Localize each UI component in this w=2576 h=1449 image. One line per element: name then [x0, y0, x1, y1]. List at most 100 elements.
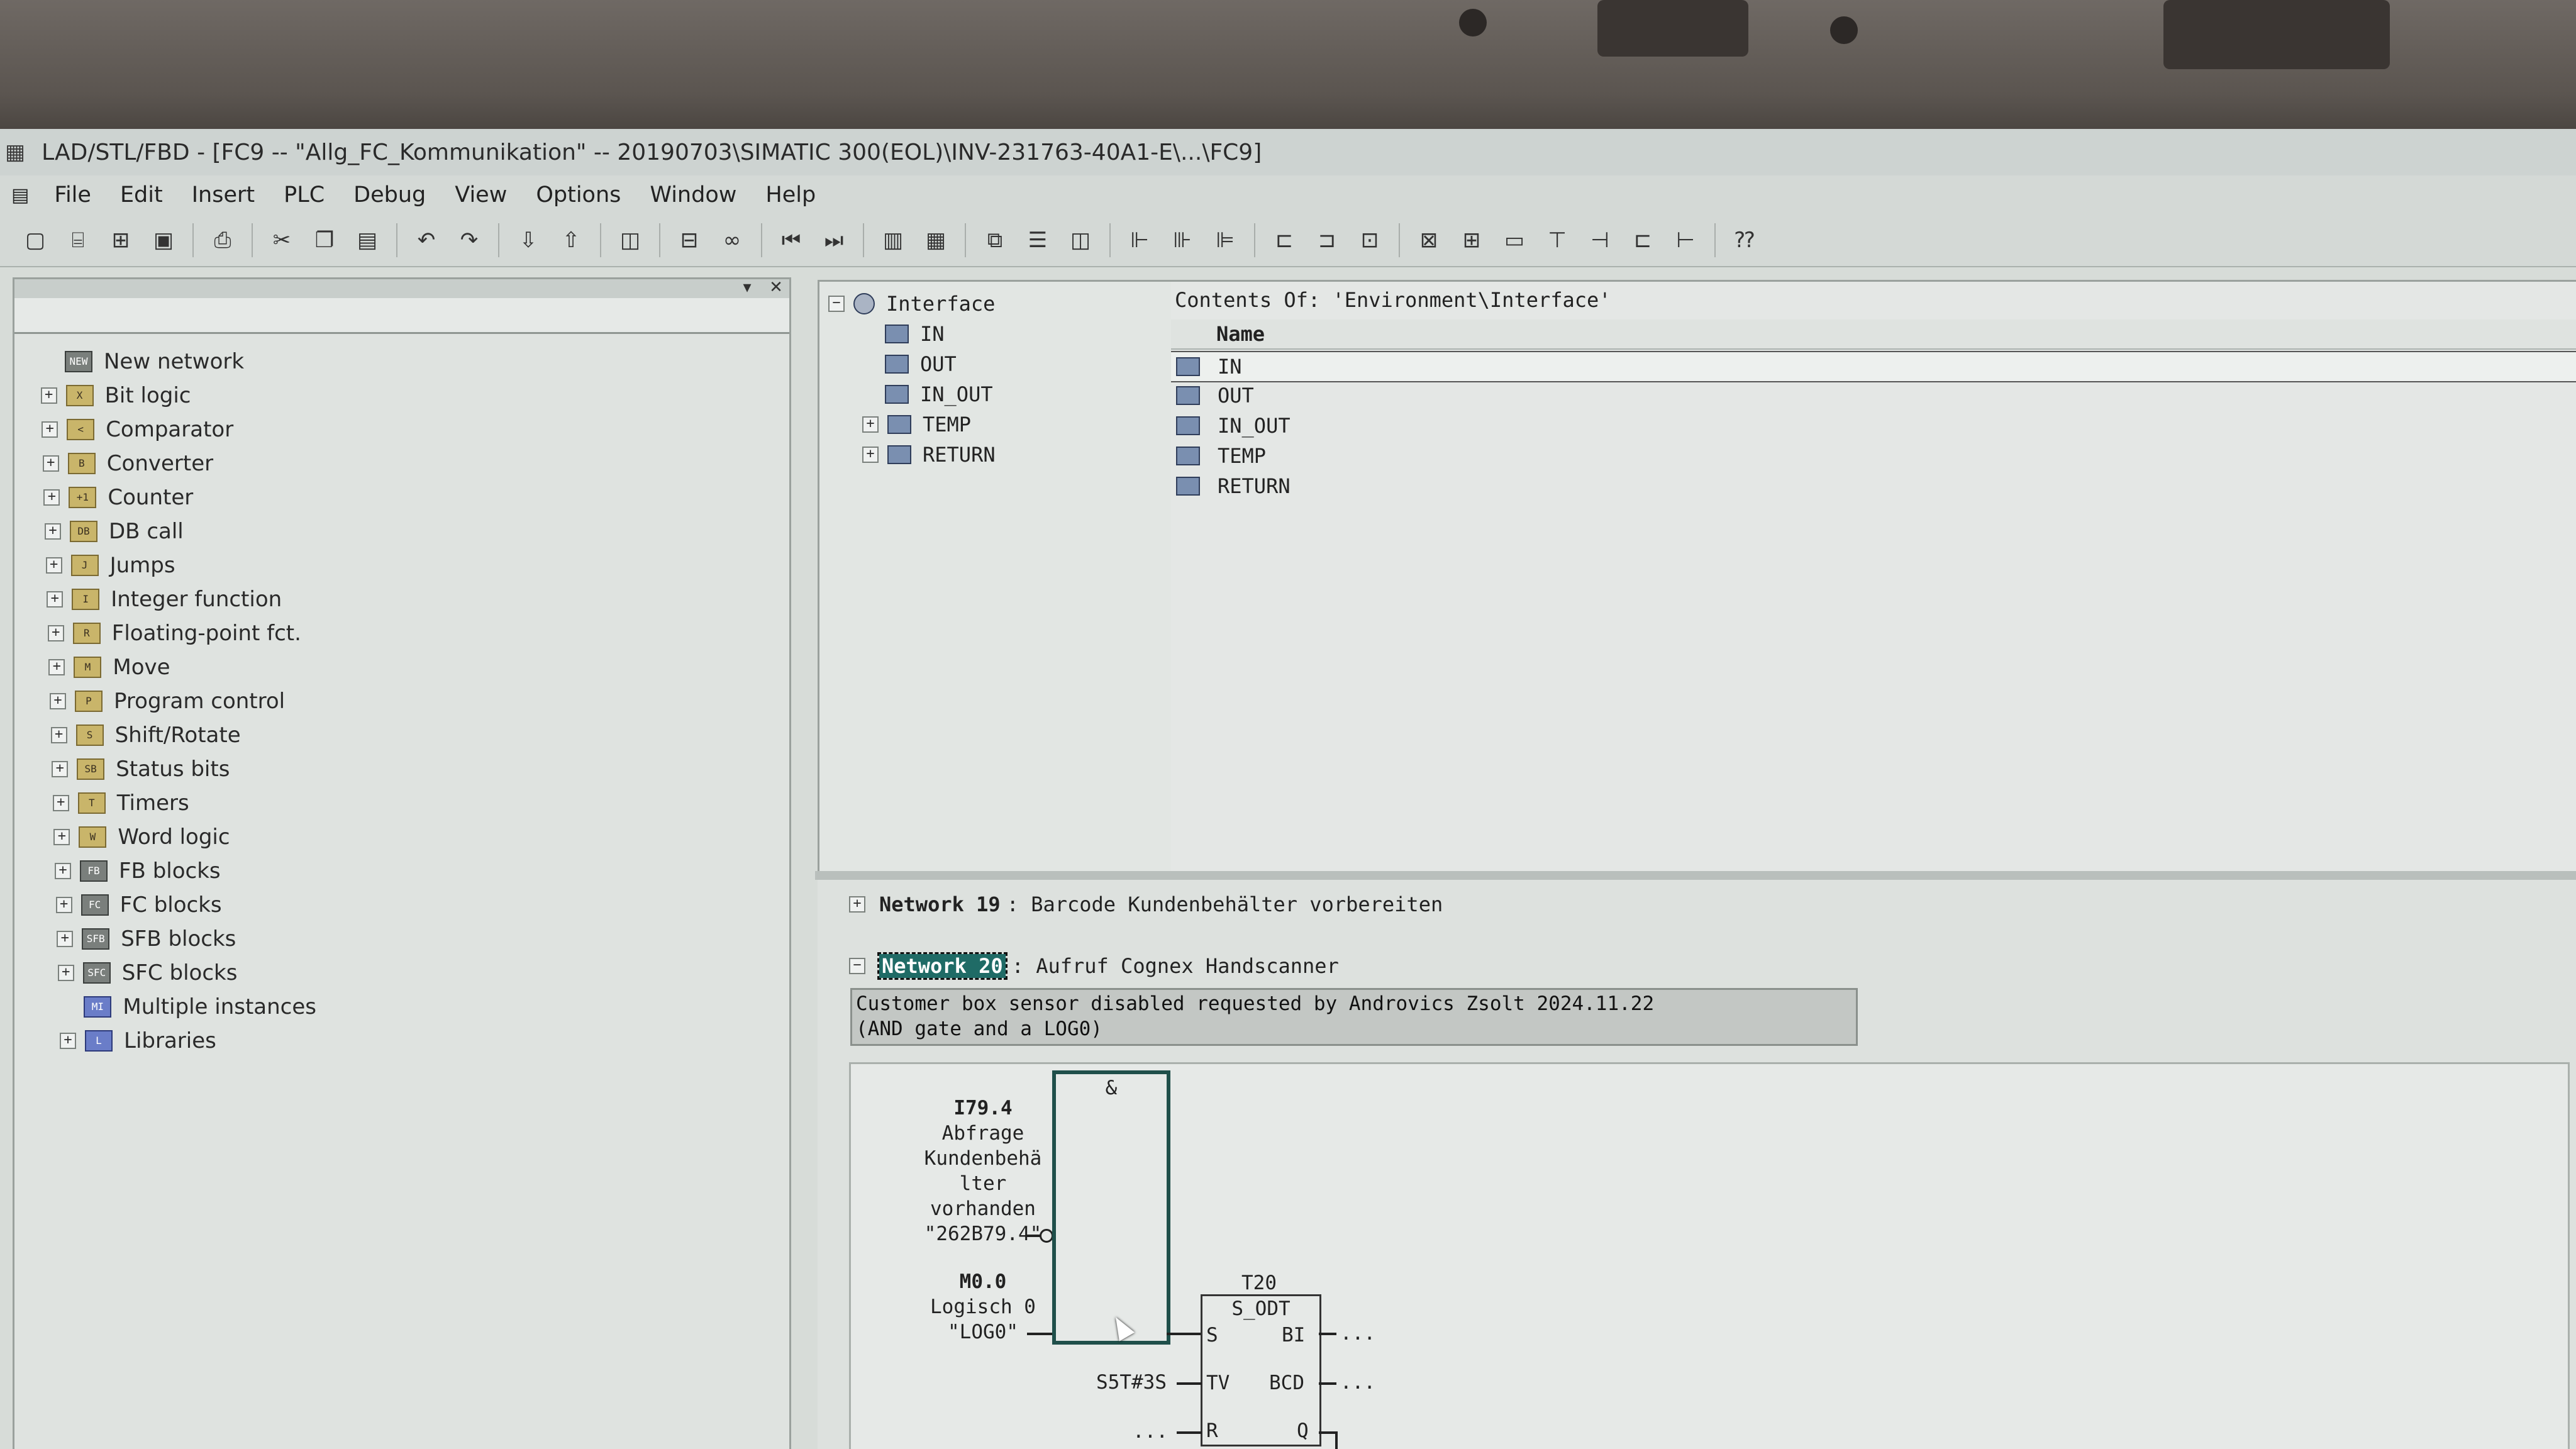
catalog-search-bar[interactable]	[14, 298, 789, 334]
catalog-item[interactable]: + SB Status bits	[52, 752, 316, 786]
catalog-item[interactable]: + S Shift/Rotate	[50, 718, 316, 752]
contents-row[interactable]: TEMP	[1171, 441, 2576, 470]
timer-box[interactable]: S_ODT S BI TV BCD R Q	[1201, 1294, 1321, 1446]
catalog-item[interactable]: + SFC SFC blocks	[57, 956, 316, 990]
new-icon[interactable]: ▢	[21, 226, 49, 254]
collapse-icon[interactable]: −	[828, 296, 845, 312]
expand-icon[interactable]: +	[862, 416, 879, 433]
expand-icon[interactable]: +	[45, 557, 62, 574]
close-branch-icon[interactable]: ⊣	[1586, 226, 1614, 254]
expand-icon[interactable]: +	[47, 625, 64, 641]
expand-icon[interactable]: +	[42, 421, 58, 438]
window-1-icon[interactable]: ☰	[1024, 226, 1052, 254]
catalog-item[interactable]: + T Timers	[52, 786, 316, 820]
catalog-item[interactable]: + +1 Counter	[43, 480, 316, 514]
or-icon[interactable]: ⊠	[1415, 226, 1443, 254]
expand-icon[interactable]: +	[47, 591, 64, 608]
contact-list-icon[interactable]: ⊪	[1169, 226, 1196, 254]
expand-icon[interactable]: +	[53, 829, 70, 845]
expand-icon[interactable]: +	[40, 387, 57, 404]
glasses-icon[interactable]: ∞	[718, 226, 746, 254]
window-2-icon[interactable]: ◫	[1067, 226, 1094, 254]
network-20-header[interactable]: − Network 20 : Aufruf Cognex Handscanner	[849, 952, 1339, 980]
tree-item-return[interactable]: + RETURN	[862, 440, 996, 469]
sr-icon[interactable]: ▭	[1501, 226, 1528, 254]
menu-plc[interactable]: PLC	[284, 182, 325, 208]
menu-view[interactable]: View	[455, 182, 507, 208]
contents-row[interactable]: IN	[1171, 351, 2576, 382]
last-icon[interactable]: ⏭	[820, 226, 848, 254]
menu-file[interactable]: File	[54, 182, 91, 208]
catalog-item[interactable]: + FB FB blocks	[55, 854, 316, 888]
and-icon[interactable]: ⊡	[1356, 226, 1384, 254]
menu-options[interactable]: Options	[536, 182, 621, 208]
help-icon[interactable]: ⁇	[1731, 226, 1758, 254]
catalog-item[interactable]: + DB DB call	[45, 514, 316, 548]
contact-icon[interactable]: ⊩	[1126, 226, 1153, 254]
catalog-item[interactable]: + P Program control	[50, 684, 316, 718]
timer-bcd-output[interactable]: ...	[1339, 1371, 1377, 1394]
expand-icon[interactable]: +	[60, 1033, 76, 1049]
expand-icon[interactable]: +	[52, 761, 69, 777]
accessible-nodes-icon[interactable]: ⊞	[107, 226, 135, 254]
collapse-icon[interactable]: −	[849, 958, 865, 974]
tree-item-in-out[interactable]: IN_OUT	[885, 380, 993, 409]
catalog-item[interactable]: + SFB SFB blocks	[57, 922, 316, 956]
cut-icon[interactable]: ✂	[268, 226, 296, 254]
pane-splitter[interactable]	[815, 871, 2576, 880]
catalog-item[interactable]: + I Integer function	[47, 582, 316, 616]
open-icon[interactable]: ⌸	[64, 226, 92, 254]
catalog-item[interactable]: + M Move	[48, 650, 316, 684]
tree-item-temp[interactable]: + TEMP	[862, 410, 971, 439]
input2-symbol[interactable]: "LOG0"	[889, 1321, 1077, 1343]
expand-icon[interactable]: +	[50, 693, 66, 709]
and-box[interactable]: &	[1052, 1070, 1170, 1345]
contents-row[interactable]: IN_OUT	[1171, 411, 2576, 440]
catalog-item[interactable]: MI Multiple instances	[58, 990, 316, 1024]
expand-icon[interactable]: +	[862, 447, 879, 463]
catalog-item[interactable]: + L Libraries	[60, 1024, 316, 1058]
redo-icon[interactable]: ↷	[455, 226, 483, 254]
catalog-item[interactable]: + R Floating-point fct.	[47, 616, 316, 650]
network-icon[interactable]: ⧉	[981, 226, 1009, 254]
first-icon[interactable]: ⏮	[777, 226, 805, 254]
expand-icon[interactable]: +	[57, 931, 74, 947]
expand-icon[interactable]: +	[42, 455, 59, 472]
catalog-item[interactable]: + FC FC blocks	[55, 888, 316, 922]
details-icon[interactable]: ▦	[922, 226, 950, 254]
expand-icon[interactable]: +	[57, 965, 74, 981]
catalog-item[interactable]: + B Converter	[42, 447, 316, 480]
monitor-icon[interactable]: ◫	[616, 226, 644, 254]
network-comment[interactable]: Customer box sensor disabled requested b…	[850, 988, 1858, 1046]
branch-icon[interactable]: ⊐	[1313, 226, 1341, 254]
menu-debug[interactable]: Debug	[353, 182, 426, 208]
menu-edit[interactable]: Edit	[120, 182, 163, 208]
dropdown-icon[interactable]: ▾	[738, 278, 757, 297]
system-menu-icon[interactable]: ▤	[11, 184, 29, 206]
network-20-label[interactable]: Network 20	[877, 952, 1008, 980]
timer-bi-output[interactable]: ...	[1339, 1322, 1377, 1345]
expand-icon[interactable]: +	[55, 897, 72, 913]
contents-row[interactable]: RETURN	[1171, 472, 2576, 501]
expand-icon[interactable]: +	[50, 727, 67, 743]
print-icon[interactable]: ⎙	[209, 226, 236, 254]
coil-icon[interactable]: ⊫	[1211, 226, 1239, 254]
save-icon[interactable]: ▣	[150, 226, 177, 254]
column-name[interactable]: Name	[1216, 322, 1265, 346]
expand-icon[interactable]: +	[849, 896, 865, 913]
undo-icon[interactable]: ↶	[413, 226, 440, 254]
catalog-item[interactable]: NEW New network	[40, 345, 316, 379]
coil-out-icon[interactable]: ⊏	[1629, 226, 1657, 254]
menu-insert[interactable]: Insert	[192, 182, 255, 208]
timer-r-input[interactable]: ...	[1131, 1420, 1169, 1443]
expand-icon[interactable]: +	[48, 659, 65, 675]
download-icon[interactable]: ⇩	[514, 226, 542, 254]
copy-icon[interactable]: ❐	[311, 226, 338, 254]
expand-icon[interactable]: +	[43, 489, 60, 506]
paste-icon[interactable]: ▤	[353, 226, 381, 254]
menu-help[interactable]: Help	[765, 182, 816, 208]
tree-item-out[interactable]: OUT	[885, 350, 957, 379]
timer-tv-value[interactable]: S5T#3S	[1087, 1371, 1175, 1394]
expand-icon[interactable]: +	[55, 863, 71, 879]
catalog-item[interactable]: + < Comparator	[42, 413, 316, 447]
